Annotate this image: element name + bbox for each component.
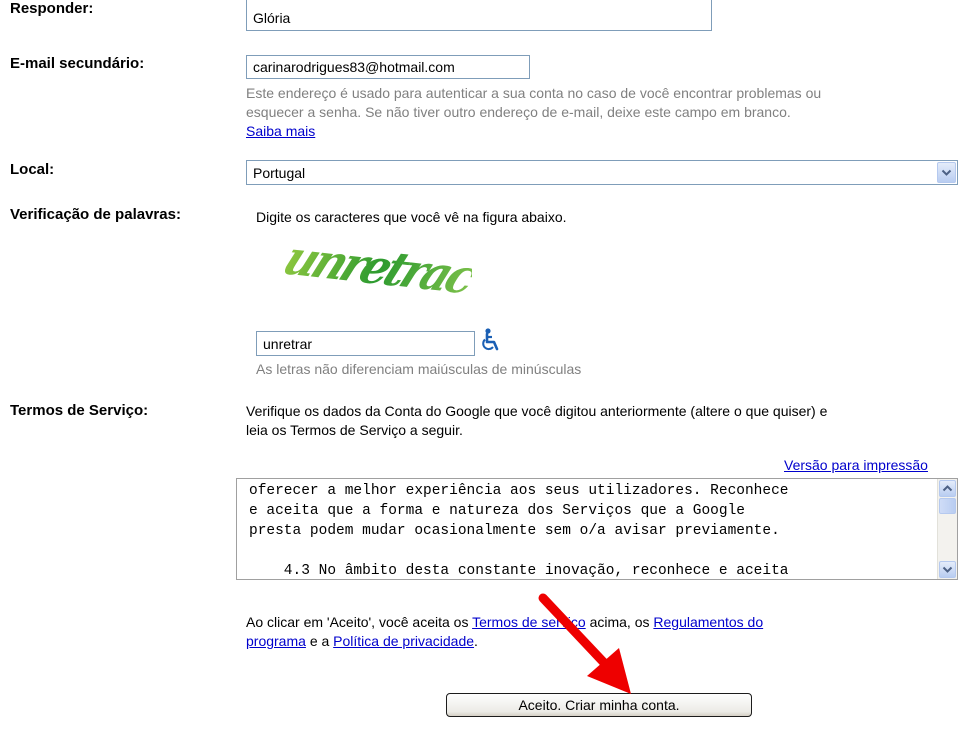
location-label: Local: [10, 161, 55, 178]
privacy-policy-link[interactable]: Política de privacidade [333, 633, 474, 649]
terms-content-line: 4.3 No âmbito desta constante inovação, … [249, 563, 789, 579]
captcha-image: unretrac [275, 231, 485, 305]
word-verification-label: Verificação de palavras: [10, 206, 181, 223]
learn-more-link[interactable]: Saiba mais [246, 122, 315, 141]
responder-input[interactable] [246, 0, 712, 31]
accept-line2: programa e a Política de privacidade. [246, 632, 478, 651]
terms-content-line: presta podem mudar ocasionalmente sem o/… [249, 523, 780, 539]
program-policies-link-cont[interactable]: programa [246, 633, 306, 649]
terms-scrollbar[interactable] [937, 479, 957, 579]
responder-label: Responder: [10, 0, 94, 17]
terms-label: Termos de Serviço: [10, 402, 149, 419]
program-policies-link[interactable]: Regulamentos do [653, 614, 763, 630]
secondary-email-help-line1: Este endereço é usado para autenticar a … [246, 85, 822, 101]
scroll-down-button[interactable] [939, 561, 956, 578]
terms-intro-line1: Verifique os dados da Conta do Google qu… [246, 403, 828, 419]
print-version-link[interactable]: Versão para impressão [784, 456, 928, 475]
terms-textarea[interactable]: oferecer a melhor experiência aos seus u… [236, 478, 958, 580]
captcha-instruction: Digite os caracteres que você vê na figu… [256, 209, 567, 225]
secondary-email-label: E-mail secundário: [10, 55, 145, 72]
accessibility-icon[interactable] [481, 328, 501, 354]
red-arrow-annotation [535, 590, 645, 702]
chevron-down-icon[interactable] [937, 162, 956, 183]
accept-text-3: e a [309, 633, 330, 649]
terms-content-line: e aceita que a forma e natureza dos Serv… [249, 503, 745, 519]
location-select[interactable]: Portugal [246, 160, 958, 185]
secondary-email-help-line2: esquecer a senha. Se não tiver outro end… [246, 104, 791, 120]
accept-line1: Ao clicar em 'Aceito', você aceita os Te… [246, 613, 763, 632]
scroll-up-button[interactable] [939, 480, 956, 497]
scroll-thumb[interactable] [939, 498, 956, 514]
secondary-email-input[interactable] [246, 55, 530, 79]
location-selected-value: Portugal [253, 165, 306, 181]
accept-text-4: . [474, 633, 478, 649]
terms-content-line: oferecer a melhor experiência aos seus u… [249, 483, 789, 499]
captcha-input[interactable] [256, 331, 475, 356]
accept-text-1: Ao clicar em 'Aceito', você aceita os [246, 614, 469, 630]
terms-intro-line2: leia os Termos de Serviço a seguir. [246, 422, 463, 438]
terms-content: oferecer a melhor experiência aos seus u… [249, 481, 935, 579]
terms-content-line [249, 541, 935, 561]
captcha-help: As letras não diferenciam maiúsculas de … [256, 361, 582, 377]
captcha-text: unretrac [282, 238, 472, 304]
